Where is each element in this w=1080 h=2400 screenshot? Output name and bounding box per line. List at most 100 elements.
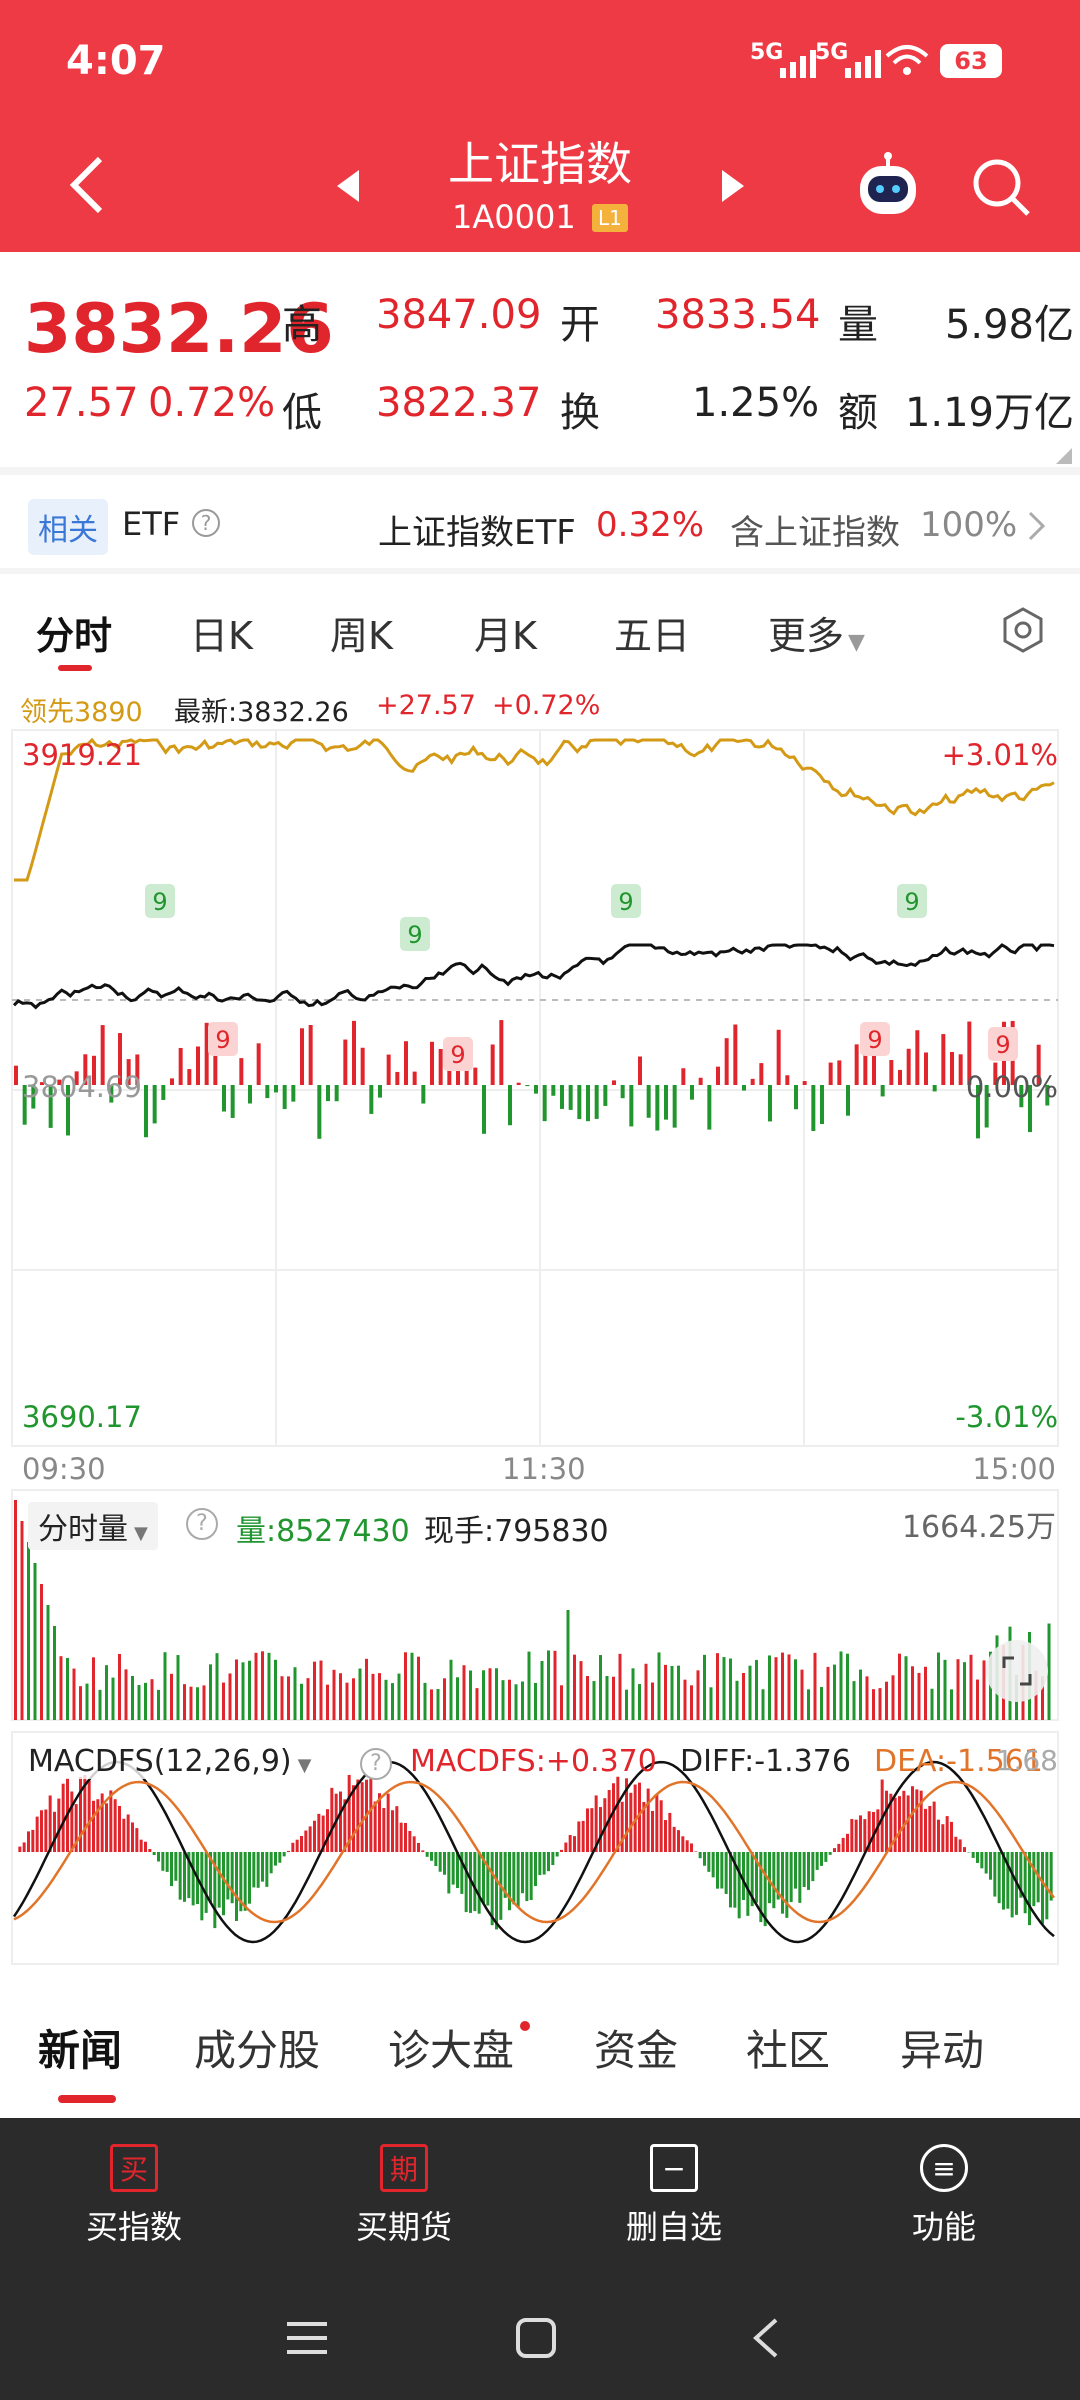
macd-bar — [841, 1837, 845, 1852]
macd-bar — [122, 1818, 126, 1852]
change-bar — [170, 1078, 174, 1085]
volume-bar — [651, 1682, 654, 1720]
nine-marker-label: 9 — [618, 888, 633, 916]
tab-more[interactable]: 更多 ▼ — [768, 605, 865, 660]
tab-constituents[interactable]: 成分股 — [194, 2017, 320, 2078]
macd-bar — [170, 1852, 173, 1887]
volume-bar — [553, 1650, 557, 1720]
chevron-right-icon[interactable] — [1028, 511, 1046, 541]
volume-current-hand: 现手:795830 — [424, 1514, 609, 1549]
volume-bar — [150, 1679, 154, 1720]
volume-bar — [339, 1673, 342, 1720]
lead-legend: 领先3890 — [20, 697, 143, 728]
robot-assistant-icon[interactable] — [852, 150, 924, 222]
volume-bar — [755, 1659, 758, 1720]
etf-name: 上证指数ETF — [378, 513, 576, 553]
next-index-icon[interactable] — [720, 168, 746, 204]
tab-diagnosis[interactable]: 诊大盘 — [388, 2017, 514, 2078]
macd-bar — [815, 1852, 819, 1870]
volume-bar — [202, 1685, 206, 1720]
volume-bar — [248, 1660, 251, 1720]
tab-community[interactable]: 社区 — [746, 2017, 830, 2078]
functions-button[interactable]: ≡ 功能 — [854, 2144, 1034, 2248]
volume-bar — [423, 1682, 427, 1720]
macd-bar — [798, 1852, 802, 1903]
tab-movement[interactable]: 异动 — [900, 2017, 984, 2078]
macd-bar — [902, 1790, 906, 1852]
volume-selector[interactable]: 分时量 ▼ — [28, 1502, 158, 1550]
change-bar — [898, 1069, 902, 1085]
change-bar — [802, 1081, 807, 1085]
change-bar — [854, 1044, 859, 1085]
related-etf-row[interactable]: 相关 ETF ? 上证指数ETF 0.32% 含上证指数 100% — [0, 475, 1080, 575]
change-bar — [334, 1085, 339, 1102]
tab-news[interactable]: 新闻 — [38, 2017, 122, 2078]
tab-daily-k[interactable]: 日K — [190, 605, 253, 660]
chevron-down-icon: ▼ — [297, 1755, 312, 1776]
change-bar — [612, 1080, 616, 1085]
macd-bar — [529, 1852, 533, 1900]
buy-futures-button[interactable]: 期 买期货 — [314, 2144, 494, 2248]
help-icon[interactable]: ? — [360, 1748, 392, 1780]
help-icon[interactable]: ? — [192, 509, 220, 537]
tab-funds[interactable]: 资金 — [594, 2017, 678, 2078]
expand-corner-icon[interactable] — [1056, 448, 1072, 464]
volume-bar — [228, 1673, 232, 1720]
system-menu-icon[interactable] — [285, 2318, 329, 2358]
volume-bar — [566, 1610, 570, 1720]
tab-weekly-k[interactable]: 周K — [330, 605, 393, 660]
macd-bar — [235, 1852, 238, 1921]
index-change-pct: 0.72% — [148, 380, 276, 426]
macd-bar — [772, 1852, 776, 1909]
change-bar — [395, 1071, 400, 1085]
buy-icon: 买 — [110, 2144, 158, 2192]
volume-bar — [306, 1678, 310, 1720]
change-bar — [421, 1085, 426, 1104]
macd-bar — [681, 1836, 685, 1852]
volume-bar — [131, 1675, 134, 1720]
volume-label: 量 — [838, 302, 878, 348]
macd-bar — [928, 1806, 932, 1852]
tab-intraday[interactable]: 分时 — [36, 605, 112, 660]
volume-bar — [865, 1676, 869, 1720]
macd-bar — [443, 1852, 446, 1875]
macd-bar — [18, 1846, 22, 1852]
help-icon[interactable]: ? — [186, 1508, 218, 1540]
tab-monthly-k[interactable]: 月K — [474, 605, 537, 660]
macd-bar — [464, 1852, 468, 1913]
system-back-icon[interactable] — [750, 2316, 780, 2360]
search-icon[interactable] — [970, 156, 1032, 218]
volume-bar — [508, 1679, 511, 1720]
change-bar — [690, 1085, 694, 1100]
macd-bar — [685, 1840, 689, 1852]
system-home-icon[interactable] — [514, 2316, 558, 2360]
volume-bar — [963, 1662, 966, 1720]
macd-selector[interactable]: MACDFS(12,26,9) ▼ — [28, 1744, 312, 1779]
macd-bar — [287, 1850, 290, 1852]
buy-index-button[interactable]: 买 买指数 — [44, 2144, 224, 2248]
open-label: 开 — [560, 302, 600, 348]
intraday-chart[interactable]: 9 9 9 9 9 9 9 9 领先3890 最新:3832.26 +27.57 +0.72%… — [0, 680, 1080, 1980]
contain-label: 含上证指数 — [730, 513, 900, 553]
macd-bar — [291, 1842, 295, 1852]
prev-index-icon[interactable] — [335, 168, 361, 204]
back-icon[interactable] — [66, 155, 106, 215]
change-bar — [638, 1056, 642, 1085]
remove-watchlist-button[interactable]: − 删自选 — [584, 2144, 764, 2248]
settings-icon[interactable] — [998, 605, 1048, 655]
time-end: 15:00 — [972, 1452, 1056, 1486]
macd-bar — [521, 1852, 524, 1894]
volume-bar — [839, 1651, 843, 1720]
volume-bar — [430, 1689, 433, 1720]
change-bar — [482, 1085, 486, 1134]
app-header: 4:07 5G 5G 63 上证指数 1A0001 L1 — [0, 0, 1080, 252]
info-tabs: 新闻 成分股 诊大盘 资金 社区 异动 — [0, 1985, 1080, 2110]
macd-bar — [391, 1810, 394, 1852]
fullscreen-button[interactable] — [986, 1640, 1048, 1702]
status-time: 4:07 — [66, 38, 166, 84]
change-bar — [646, 1085, 651, 1118]
macd-bar — [300, 1835, 303, 1852]
volume-bar — [40, 1584, 43, 1720]
tab-five-day[interactable]: 五日 — [614, 605, 690, 660]
volume-max: 1664.25万 — [901, 1510, 1056, 1545]
